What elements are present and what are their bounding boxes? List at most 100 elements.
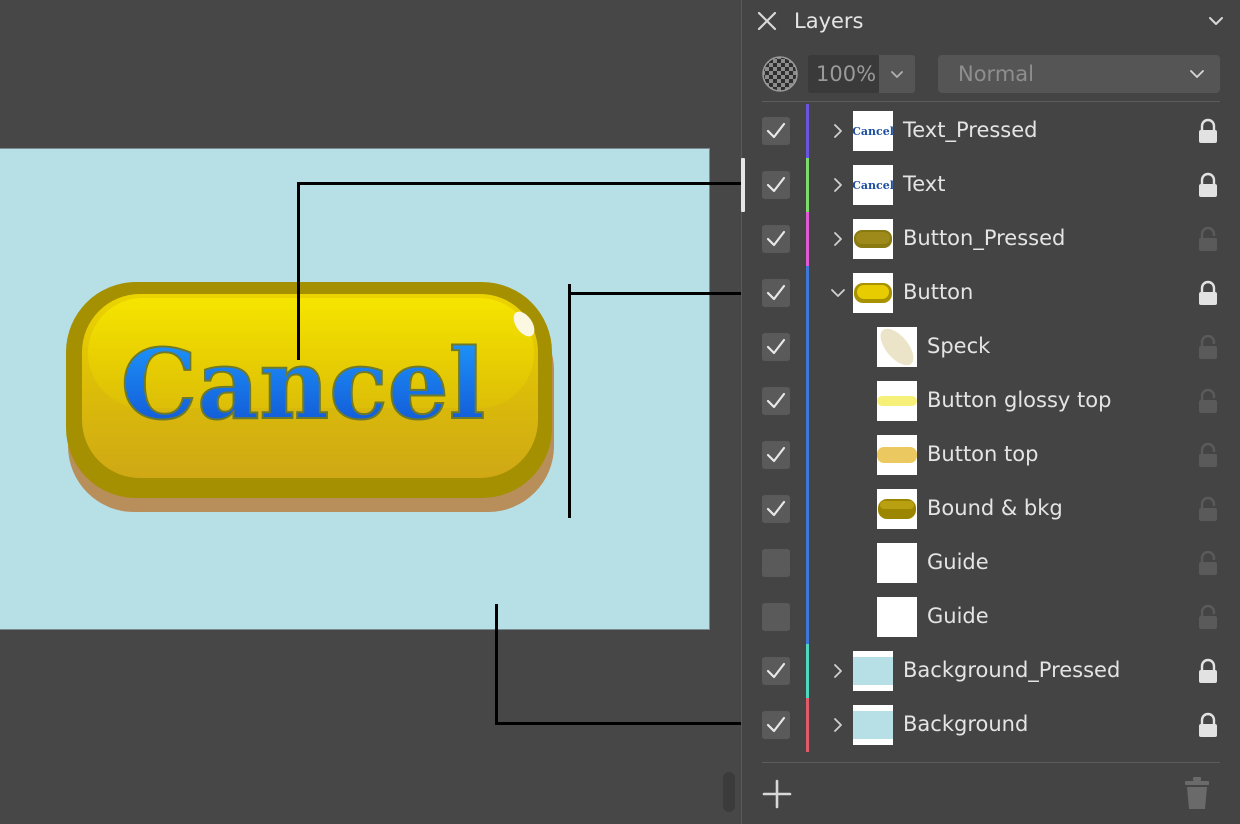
unlock-icon[interactable] bbox=[1197, 550, 1219, 576]
vertical-scrollbar[interactable] bbox=[723, 772, 735, 812]
add-icon[interactable] bbox=[761, 778, 793, 810]
layer-row[interactable]: Background_Pressed bbox=[742, 644, 1240, 698]
layer-row[interactable]: Button top bbox=[742, 428, 1240, 482]
layer-thumbnail bbox=[853, 273, 893, 313]
layer-name: Text bbox=[903, 172, 946, 196]
layer-name: Bound & bkg bbox=[927, 496, 1063, 520]
checkmark-icon bbox=[766, 662, 786, 679]
chevron-down-icon bbox=[891, 71, 903, 78]
layer-thumbnail bbox=[853, 651, 893, 691]
layer-row[interactable]: Guide bbox=[742, 536, 1240, 590]
layer-color-tag bbox=[806, 320, 809, 374]
layer-color-tag bbox=[806, 374, 809, 428]
canvas-area[interactable]: Cancel bbox=[0, 0, 755, 824]
checkmark-icon bbox=[766, 338, 786, 355]
layer-thumbnail bbox=[877, 381, 917, 421]
layer-color-tag bbox=[806, 590, 809, 644]
layer-color-tag bbox=[806, 644, 809, 698]
blend-mode-value: Normal bbox=[958, 62, 1034, 86]
chevron-right-icon[interactable] bbox=[828, 229, 848, 249]
close-icon[interactable] bbox=[754, 8, 780, 34]
chevron-down-icon bbox=[1190, 70, 1204, 78]
layer-color-tag bbox=[806, 698, 809, 752]
visibility-checkbox[interactable] bbox=[762, 117, 790, 145]
unlock-icon[interactable] bbox=[1197, 604, 1219, 630]
layer-color-tag bbox=[806, 266, 809, 320]
chevron-right-icon[interactable] bbox=[828, 661, 848, 681]
layer-color-tag bbox=[806, 104, 809, 158]
layer-row[interactable]: Button bbox=[742, 266, 1240, 320]
blend-mode-select[interactable]: Normal bbox=[938, 55, 1220, 93]
layer-row[interactable]: Cancel Text_Pressed bbox=[742, 104, 1240, 158]
layers-panel: Layers 100% Normal Cancel Text_Pressed C… bbox=[741, 0, 1240, 824]
layer-name: Button_Pressed bbox=[903, 226, 1066, 250]
chevron-right-icon[interactable] bbox=[828, 715, 848, 735]
layer-thumbnail bbox=[877, 543, 917, 583]
visibility-checkbox[interactable] bbox=[762, 387, 790, 415]
visibility-checkbox[interactable] bbox=[762, 711, 790, 739]
trash-icon[interactable] bbox=[1184, 776, 1210, 810]
layer-row[interactable]: Background bbox=[742, 698, 1240, 752]
cancel-button-artwork[interactable]: Cancel bbox=[66, 282, 554, 514]
layer-name: Button top bbox=[927, 442, 1039, 466]
layer-row[interactable]: Speck bbox=[742, 320, 1240, 374]
chevron-right-icon[interactable] bbox=[828, 121, 848, 141]
unlock-icon[interactable] bbox=[1197, 334, 1219, 360]
unlock-icon[interactable] bbox=[1197, 388, 1219, 414]
checkmark-icon bbox=[766, 176, 786, 193]
layer-name: Guide bbox=[927, 604, 989, 628]
layer-name: Guide bbox=[927, 550, 989, 574]
layer-thumbnail bbox=[853, 705, 893, 745]
visibility-checkbox[interactable] bbox=[762, 171, 790, 199]
transparency-icon[interactable] bbox=[761, 55, 799, 93]
visibility-checkbox[interactable] bbox=[762, 279, 790, 307]
layer-name: Background_Pressed bbox=[903, 658, 1121, 682]
thumbnail-text: Cancel bbox=[853, 125, 893, 138]
leader-line-text-v bbox=[297, 182, 300, 360]
layer-row[interactable]: Bound & bkg bbox=[742, 482, 1240, 536]
unlock-icon[interactable] bbox=[1197, 442, 1219, 468]
layer-name: Background bbox=[903, 712, 1029, 736]
layer-name: Button glossy top bbox=[927, 388, 1112, 412]
panel-footer bbox=[742, 762, 1240, 824]
layer-row[interactable]: Cancel Text bbox=[742, 158, 1240, 212]
panel-title: Layers bbox=[794, 9, 864, 33]
layer-row[interactable]: Button_Pressed bbox=[742, 212, 1240, 266]
layer-thumbnail: Cancel bbox=[853, 111, 893, 151]
chevron-down-icon[interactable] bbox=[1206, 11, 1226, 31]
visibility-checkbox[interactable] bbox=[762, 225, 790, 253]
visibility-checkbox[interactable] bbox=[762, 495, 790, 523]
visibility-checkbox[interactable] bbox=[762, 441, 790, 469]
layer-row[interactable]: Button glossy top bbox=[742, 374, 1240, 428]
opacity-dropdown-button[interactable] bbox=[879, 55, 915, 93]
chevron-down-icon[interactable] bbox=[828, 283, 848, 303]
layer-thumbnail bbox=[877, 327, 917, 367]
leader-line-button-h bbox=[568, 292, 754, 295]
layer-color-tag bbox=[806, 536, 809, 590]
panel-resize-handle[interactable] bbox=[741, 158, 745, 212]
thumbnail-text: Cancel bbox=[853, 179, 893, 192]
checkmark-icon bbox=[766, 122, 786, 139]
checkmark-icon bbox=[766, 230, 786, 247]
layer-thumbnail bbox=[877, 489, 917, 529]
visibility-checkbox[interactable] bbox=[762, 657, 790, 685]
unlock-icon[interactable] bbox=[1197, 226, 1219, 252]
button-label-art: Cancel bbox=[121, 328, 485, 441]
checkmark-icon bbox=[766, 284, 786, 301]
lock-icon[interactable] bbox=[1197, 280, 1219, 306]
visibility-checkbox[interactable] bbox=[762, 549, 790, 577]
visibility-checkbox[interactable] bbox=[762, 333, 790, 361]
checkmark-icon bbox=[766, 446, 786, 463]
visibility-checkbox[interactable] bbox=[762, 603, 790, 631]
layer-thumbnail bbox=[853, 219, 893, 259]
chevron-right-icon[interactable] bbox=[828, 175, 848, 195]
lock-icon[interactable] bbox=[1197, 712, 1219, 738]
layer-row[interactable]: Guide bbox=[742, 590, 1240, 644]
panel-header: Layers bbox=[742, 0, 1240, 42]
lock-icon[interactable] bbox=[1197, 172, 1219, 198]
opacity-field[interactable]: 100% bbox=[808, 55, 879, 93]
lock-icon[interactable] bbox=[1197, 658, 1219, 684]
lock-icon[interactable] bbox=[1197, 118, 1219, 144]
leader-line-button-v bbox=[568, 284, 571, 518]
unlock-icon[interactable] bbox=[1197, 496, 1219, 522]
